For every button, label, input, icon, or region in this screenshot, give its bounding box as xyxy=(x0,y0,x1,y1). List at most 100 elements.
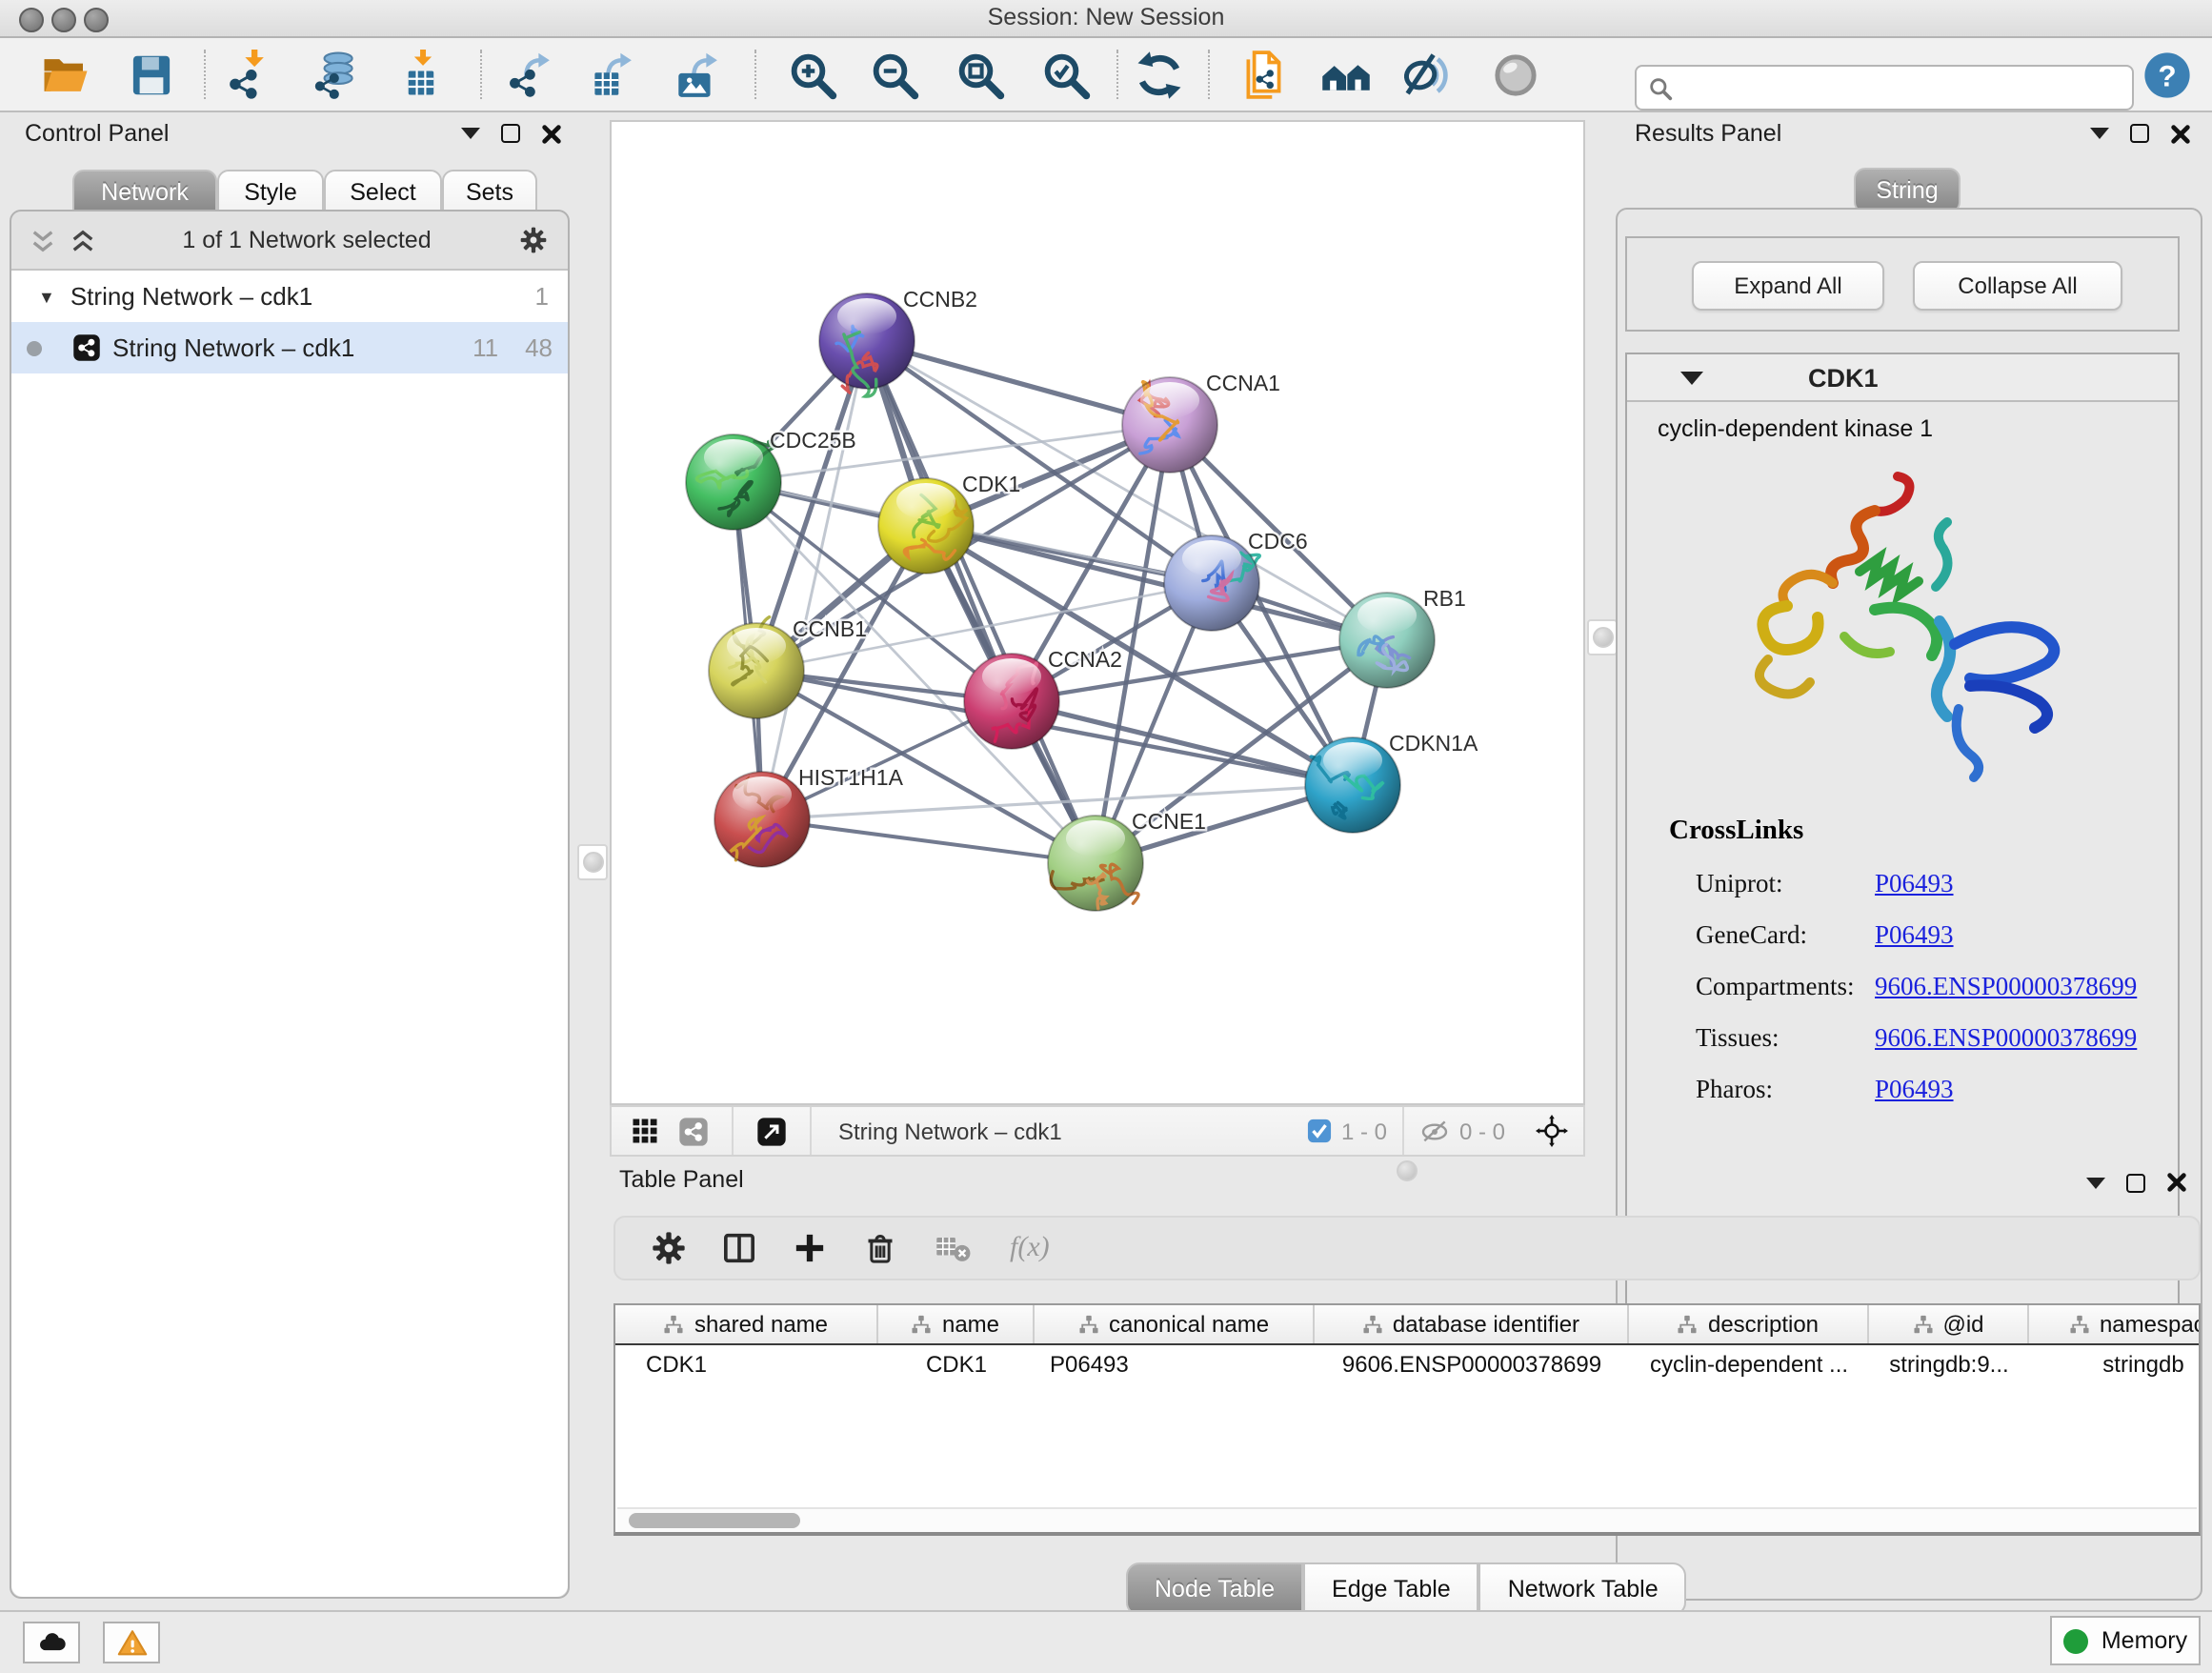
collapse-all-button[interactable]: Collapse All xyxy=(1913,261,2122,311)
collapse-section-icon[interactable] xyxy=(1680,371,1703,384)
search-text[interactable] xyxy=(1680,72,2121,103)
scrollbar-thumb[interactable] xyxy=(629,1513,800,1528)
crosslink-label: GeneCard: xyxy=(1696,920,1807,951)
close-panel-icon[interactable] xyxy=(541,123,562,144)
horizontal-scrollbar[interactable] xyxy=(617,1507,2197,1532)
show-eye-icon[interactable] xyxy=(1486,46,1543,103)
export-network-icon[interactable] xyxy=(499,46,556,103)
apply-layout-icon[interactable] xyxy=(1130,46,1187,103)
crosslink-link[interactable]: 9606.ENSP00000378699 xyxy=(1875,1023,2137,1054)
network-node[interactable]: CDC25B xyxy=(686,428,856,530)
float-panel-icon[interactable] xyxy=(2130,124,2149,143)
tab-node-table[interactable]: Node Table xyxy=(1126,1562,1303,1616)
column-type-icon xyxy=(664,1314,685,1335)
panel-menu-icon[interactable] xyxy=(2086,1177,2105,1188)
expander-icon[interactable]: ▼ xyxy=(38,287,55,306)
crosslink-link[interactable]: 9606.ENSP00000378699 xyxy=(1875,972,2137,1002)
tab-style[interactable]: Style xyxy=(217,170,324,215)
minimize-window-button[interactable] xyxy=(51,7,76,31)
memory-button[interactable]: Memory xyxy=(2050,1616,2201,1665)
gear-icon[interactable] xyxy=(518,225,549,255)
column-header[interactable]: namespace xyxy=(2029,1305,2201,1343)
collapse-all-icon[interactable] xyxy=(30,228,55,252)
import-table-icon[interactable] xyxy=(392,46,450,103)
import-network-file-icon[interactable] xyxy=(221,46,278,103)
column-header[interactable]: database identifier xyxy=(1315,1305,1629,1343)
crosslink-link[interactable]: P06493 xyxy=(1875,920,1954,951)
network-from-file-icon[interactable] xyxy=(1235,46,1292,103)
tab-string[interactable]: String xyxy=(1854,168,1961,213)
column-header[interactable]: @id xyxy=(1869,1305,2029,1343)
zoom-in-icon[interactable] xyxy=(783,46,840,103)
network-node[interactable]: CDK1 xyxy=(878,472,1020,574)
home-icon[interactable] xyxy=(1317,46,1374,103)
tab-edge-table[interactable]: Edge Table xyxy=(1303,1562,1479,1616)
network-canvas[interactable]: CCNB2CCNA1CDC25BCDK1CDC6RB1CCNB1CCNA2CDK… xyxy=(610,120,1585,1105)
tab-network[interactable]: Network xyxy=(72,170,217,215)
tab-network-table[interactable]: Network Table xyxy=(1479,1562,1687,1616)
network-edge[interactable] xyxy=(762,819,1096,863)
warnings-button[interactable] xyxy=(103,1622,160,1663)
float-panel-icon[interactable] xyxy=(501,124,520,143)
function-builder-icon[interactable]: f(x) xyxy=(1010,1232,1050,1264)
network-row-selected[interactable]: String Network – cdk1 11 48 xyxy=(11,322,568,373)
expand-all-button[interactable]: Expand All xyxy=(1692,261,1884,311)
application-window: Session: New Session xyxy=(0,0,2212,1671)
zoom-out-icon[interactable] xyxy=(865,46,922,103)
expand-all-icon[interactable] xyxy=(70,228,95,252)
network-node[interactable]: CCNB1 xyxy=(709,616,867,718)
zoom-window-button[interactable] xyxy=(84,7,109,31)
right-splitter-handle[interactable] xyxy=(1587,619,1618,655)
network-node[interactable]: CCNA2 xyxy=(964,647,1122,749)
panel-menu-icon[interactable] xyxy=(2090,128,2109,139)
column-header[interactable]: canonical name xyxy=(1035,1305,1315,1343)
pan-crosshair-icon[interactable] xyxy=(1536,1115,1568,1147)
column-label: description xyxy=(1708,1311,1819,1338)
crosslink-link[interactable]: P06493 xyxy=(1875,869,1954,899)
help-icon[interactable]: ? xyxy=(2138,46,2195,103)
left-splitter-handle[interactable] xyxy=(577,844,608,880)
panel-menu-icon[interactable] xyxy=(461,128,480,139)
open-session-icon[interactable] xyxy=(36,46,93,103)
network-node[interactable]: CCNE1 xyxy=(1048,809,1206,911)
network-view-share-icon[interactable] xyxy=(678,1116,709,1146)
column-header[interactable]: description xyxy=(1629,1305,1869,1343)
hide-panel-eye-icon[interactable] xyxy=(1398,46,1456,103)
zoom-fit-icon[interactable] xyxy=(951,46,1008,103)
network-collection-row[interactable]: ▼ String Network – cdk1 1 xyxy=(11,271,568,322)
search-input[interactable] xyxy=(1635,65,2134,111)
tab-select[interactable]: Select xyxy=(324,170,442,215)
network-node[interactable]: HIST1H1A xyxy=(714,765,904,867)
crosslink-link[interactable]: P06493 xyxy=(1875,1075,1954,1105)
float-panel-icon[interactable] xyxy=(2126,1173,2145,1192)
column-header[interactable]: shared name xyxy=(615,1305,878,1343)
network-edge[interactable] xyxy=(762,341,867,819)
show-columns-icon[interactable] xyxy=(720,1229,758,1267)
column-header[interactable]: name xyxy=(878,1305,1035,1343)
tab-sets[interactable]: Sets xyxy=(442,170,537,215)
close-panel-icon[interactable] xyxy=(2166,1172,2187,1193)
grid-view-icon[interactable] xyxy=(631,1117,659,1145)
detach-view-icon[interactable] xyxy=(756,1116,787,1146)
network-node[interactable]: CDKN1A xyxy=(1305,731,1478,833)
selected-checkbox-icon[interactable] xyxy=(1307,1119,1332,1143)
network-node[interactable]: CCNB2 xyxy=(819,287,977,396)
cloud-button[interactable] xyxy=(23,1622,80,1663)
save-session-icon[interactable] xyxy=(122,46,179,103)
network-node[interactable]: CCNA1 xyxy=(1122,371,1280,473)
table-settings-gear-icon[interactable] xyxy=(650,1229,688,1267)
export-table-icon[interactable] xyxy=(581,46,638,103)
table-row[interactable]: CDK1 CDK1 P06493 9606.ENSP00000378699 cy… xyxy=(615,1345,2199,1383)
close-panel-icon[interactable] xyxy=(2170,123,2191,144)
import-network-database-icon[interactable] xyxy=(307,46,364,103)
export-image-icon[interactable] xyxy=(667,46,724,103)
network-node[interactable]: RB1 xyxy=(1339,586,1466,688)
close-window-button[interactable] xyxy=(19,7,44,31)
zoom-selected-icon[interactable] xyxy=(1036,46,1094,103)
cloud-icon xyxy=(35,1626,68,1659)
delete-table-icon[interactable] xyxy=(934,1229,972,1267)
add-column-plus-icon[interactable] xyxy=(791,1229,829,1267)
delete-column-trash-icon[interactable] xyxy=(861,1229,899,1267)
horizontal-splitter-handle[interactable] xyxy=(1397,1160,1418,1181)
gene-section-header[interactable]: CDK1 xyxy=(1627,354,2178,402)
